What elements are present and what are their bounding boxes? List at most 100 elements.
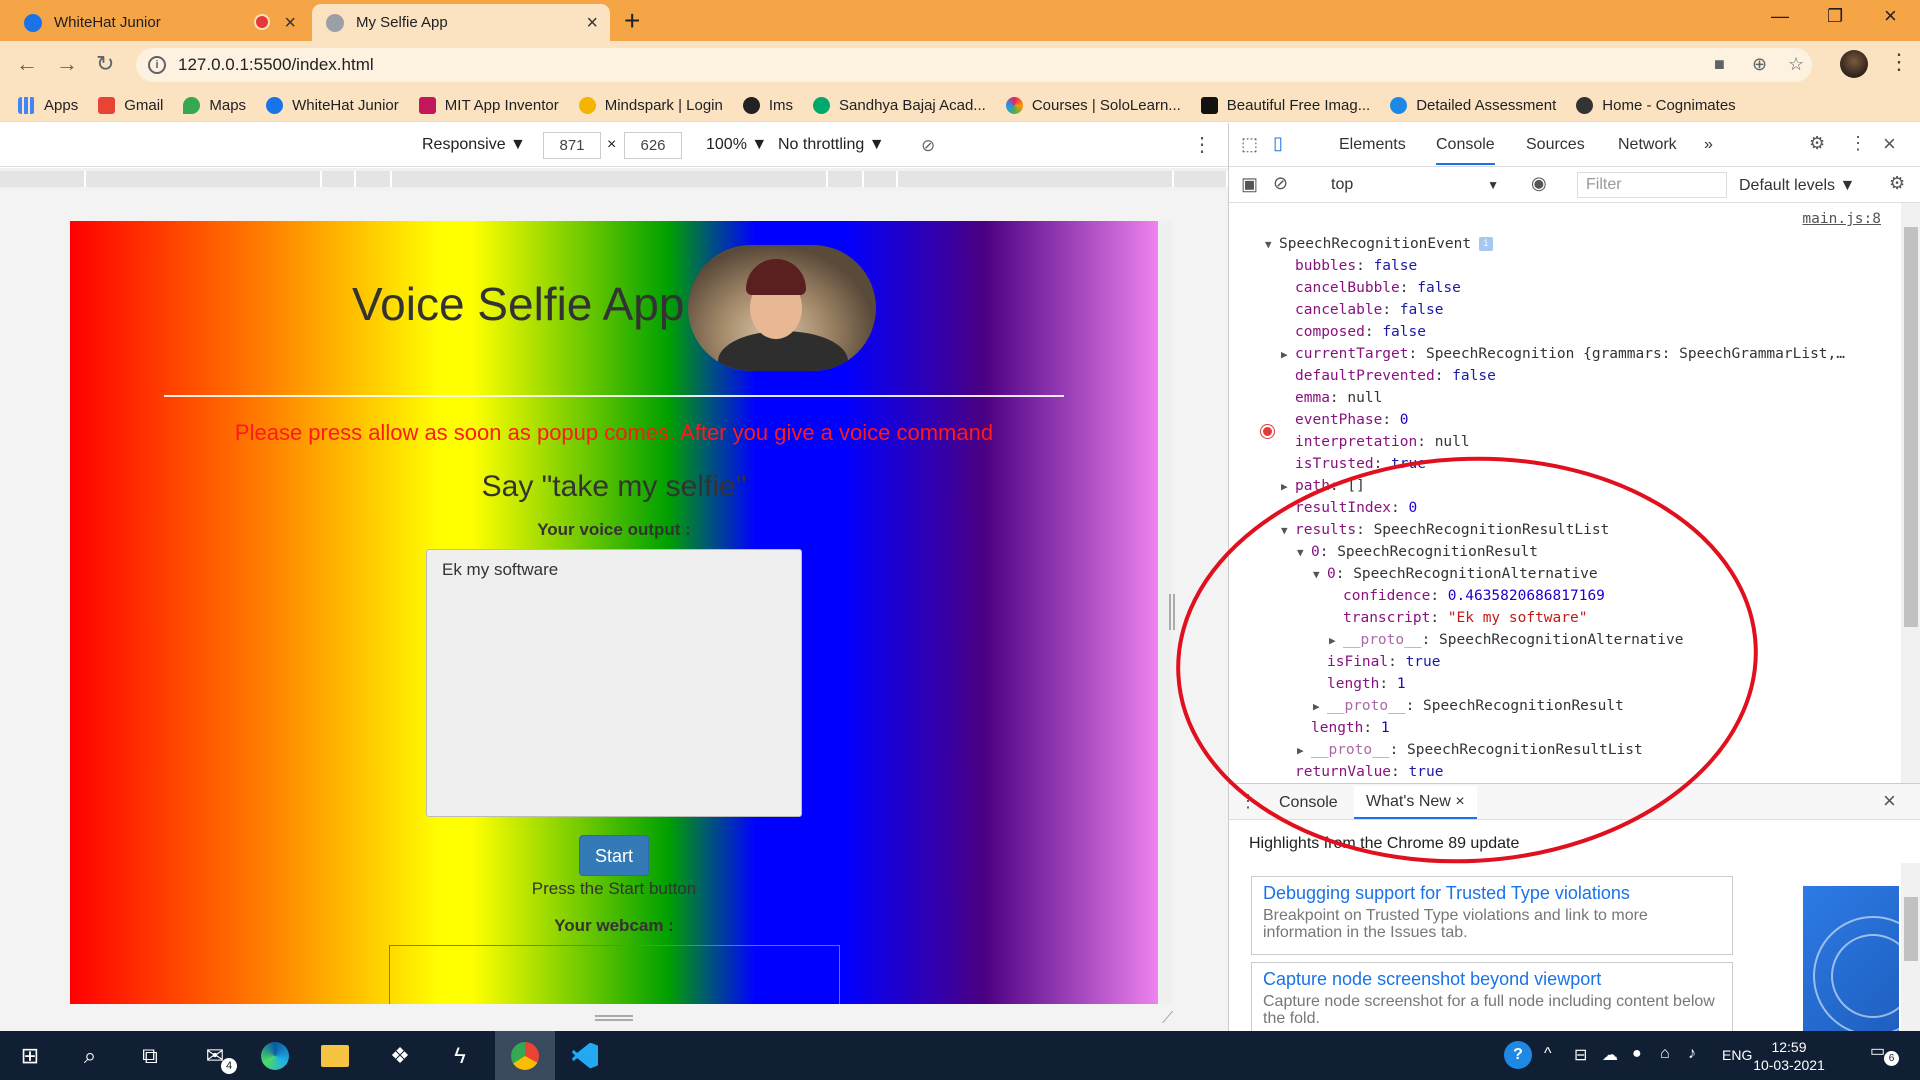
start-button[interactable]: Start xyxy=(579,835,649,876)
bookmark-mit[interactable]: MIT App Inventor xyxy=(418,96,559,114)
expand-down-icon[interactable]: ▼ xyxy=(1265,234,1279,256)
log-levels-select[interactable]: Default levels ▼ xyxy=(1739,177,1855,195)
width-input[interactable]: 871 xyxy=(543,132,601,159)
settings-gear-icon[interactable]: ⚙ xyxy=(1809,133,1825,154)
language-indicator[interactable]: ENG xyxy=(1722,1047,1752,1063)
drawer-menu-icon[interactable]: ⋮ xyxy=(1239,791,1257,812)
console-line[interactable]: ▶ currentTarget: SpeechRecognition {gramm… xyxy=(1281,343,1845,365)
app-s-icon[interactable]: ϟ xyxy=(430,1031,490,1080)
resize-handle-bottom[interactable] xyxy=(595,1015,633,1021)
chrome-icon[interactable] xyxy=(495,1031,555,1080)
bookmark-maps[interactable]: Maps xyxy=(183,96,246,114)
bookmark-sololearn[interactable]: Courses | SoloLearn... xyxy=(1005,96,1181,114)
feature-card[interactable]: Capture node screenshot beyond viewport … xyxy=(1251,962,1733,1037)
devtools-menu-icon[interactable]: ⋮ xyxy=(1849,133,1867,154)
bookmark-unsplash[interactable]: Beautiful Free Imag... xyxy=(1200,96,1370,114)
bookmark-apps[interactable]: Apps xyxy=(18,96,78,114)
file-explorer-icon[interactable] xyxy=(305,1031,365,1080)
search-icon[interactable]: ⌕ xyxy=(60,1031,120,1080)
clear-console-icon[interactable]: ⊘ xyxy=(1273,173,1288,194)
bookmark-mindspark[interactable]: Mindspark | Login xyxy=(578,96,723,114)
notifications-icon[interactable]: ▭ 6 xyxy=(1870,1041,1899,1066)
resize-corner-icon[interactable]: ⟋ xyxy=(1162,1010,1173,1028)
eye-icon[interactable]: ◉ xyxy=(1531,173,1547,194)
expand-down-icon[interactable]: ▼ xyxy=(1281,520,1295,542)
bookmark-sandhya[interactable]: Sandhya Bajaj Acad... xyxy=(813,96,986,114)
video-thumbnail[interactable] xyxy=(1803,886,1899,1032)
help-icon[interactable]: ? xyxy=(1504,1041,1532,1069)
bookmark-whitehat[interactable]: WhiteHat Junior xyxy=(266,96,399,114)
mail-icon[interactable]: ✉ 4 xyxy=(185,1031,245,1080)
feature-card[interactable]: Debugging support for Trusted Type viola… xyxy=(1251,876,1733,955)
context-select[interactable]: top ▼ xyxy=(1325,173,1505,197)
source-link[interactable]: main.js:8 xyxy=(1802,211,1881,227)
maximize-icon[interactable]: ❐ xyxy=(1827,6,1843,27)
site-info-icon[interactable]: i xyxy=(148,56,166,74)
drawer-scrollbar[interactable] xyxy=(1901,863,1920,1031)
console-line[interactable]: ▶ path: [] xyxy=(1281,475,1365,497)
expand-right-icon[interactable]: ▶ xyxy=(1329,630,1343,652)
bookmark-ims[interactable]: Ims xyxy=(742,96,793,114)
filter-input[interactable]: Filter xyxy=(1577,172,1727,198)
expand-right-icon[interactable]: ▶ xyxy=(1313,696,1327,718)
console-line[interactable]: ▼ SpeechRecognitionEvent i xyxy=(1265,233,1494,256)
forward-icon[interactable]: → xyxy=(56,51,78,77)
tray-chevron-icon[interactable]: ^ xyxy=(1544,1045,1552,1063)
url-text[interactable]: 127.0.0.1:5500/index.html xyxy=(178,55,374,75)
expand-down-icon[interactable]: ▼ xyxy=(1313,564,1327,586)
bookmark-assessment[interactable]: Detailed Assessment xyxy=(1390,96,1556,114)
sidebar-toggle-icon[interactable]: ▣ xyxy=(1241,174,1258,195)
new-tab-icon[interactable]: + xyxy=(624,7,640,35)
zoom-select[interactable]: 100% ▼ xyxy=(706,136,767,154)
minimize-icon[interactable]: — xyxy=(1771,6,1789,27)
tab-sources[interactable]: Sources xyxy=(1526,136,1585,154)
console-line[interactable]: ▶ __proto__: SpeechRecognitionResult xyxy=(1313,695,1624,717)
more-tabs-icon[interactable]: » xyxy=(1704,136,1713,154)
dropbox-icon[interactable]: ❖ xyxy=(370,1031,430,1080)
vscode-icon[interactable] xyxy=(555,1031,615,1080)
clock[interactable]: 12:59 10-03-2021 xyxy=(1750,1038,1828,1074)
drawer-tab-whats-new[interactable]: What's New × xyxy=(1354,786,1477,819)
console-line[interactable]: ▼ results: SpeechRecognitionResultList xyxy=(1281,519,1609,541)
volume-icon[interactable]: ♪ xyxy=(1688,1045,1696,1063)
console-line[interactable]: ▼ 0: SpeechRecognitionResult xyxy=(1297,541,1538,563)
expand-right-icon[interactable]: ▶ xyxy=(1281,344,1295,366)
device-select[interactable]: Responsive ▼ xyxy=(422,136,526,154)
devtools-close-icon[interactable]: × xyxy=(1883,131,1896,157)
network-icon[interactable]: ⌂ xyxy=(1660,1045,1670,1063)
tab-whitehat-junior[interactable]: WhiteHat Junior × xyxy=(10,4,308,41)
inspect-element-icon[interactable]: ⬚ xyxy=(1241,134,1258,155)
reload-icon[interactable]: ↻ xyxy=(96,51,114,77)
back-icon[interactable]: ← xyxy=(16,51,38,77)
close-tab-icon[interactable]: × xyxy=(586,13,598,33)
profile-avatar[interactable] xyxy=(1840,50,1868,78)
chrome-menu-icon[interactable]: ⋮ xyxy=(1888,49,1910,75)
media-query-bar[interactable] xyxy=(0,168,1228,190)
close-drawer-icon[interactable]: × xyxy=(1883,788,1896,814)
voice-output-textarea[interactable]: Ek my software xyxy=(426,549,802,817)
device-menu-icon[interactable]: ⋮ xyxy=(1192,132,1212,157)
edge-icon[interactable] xyxy=(245,1031,305,1080)
console-scrollbar[interactable] xyxy=(1901,203,1920,783)
expand-right-icon[interactable]: ▶ xyxy=(1281,476,1295,498)
camera-icon[interactable]: ■ xyxy=(1714,54,1725,75)
window-close-icon[interactable]: × xyxy=(1884,3,1897,29)
rotate-icon[interactable]: ⊘ xyxy=(921,136,935,156)
start-windows-icon[interactable]: ⊞ xyxy=(0,1031,60,1080)
resize-handle-side[interactable] xyxy=(1169,594,1175,630)
info-badge-icon[interactable]: i xyxy=(1479,237,1494,251)
onedrive-icon[interactable]: ☁ xyxy=(1602,1045,1618,1065)
tab-console[interactable]: Console xyxy=(1436,136,1495,165)
feature-title[interactable]: Capture node screenshot beyond viewport xyxy=(1263,969,1721,990)
console-line[interactable]: ▶ __proto__: SpeechRecognitionAlternative xyxy=(1329,629,1683,651)
close-drawer-tab-icon[interactable]: × xyxy=(1455,793,1464,810)
bookmark-cognimates[interactable]: Home - Cognimates xyxy=(1576,96,1736,114)
bookmark-star-icon[interactable]: ☆ xyxy=(1788,54,1804,75)
device-toggle-icon[interactable]: ▯ xyxy=(1273,133,1283,154)
feature-title[interactable]: Debugging support for Trusted Type viola… xyxy=(1263,883,1721,904)
bookmark-gmail[interactable]: Gmail xyxy=(98,96,163,114)
address-bar[interactable]: i 127.0.0.1:5500/index.html ■ ⊕ ☆ xyxy=(136,48,1812,82)
console-settings-icon[interactable]: ⚙ xyxy=(1889,173,1905,194)
tab-network[interactable]: Network xyxy=(1618,136,1677,154)
tab-elements[interactable]: Elements xyxy=(1339,136,1406,154)
